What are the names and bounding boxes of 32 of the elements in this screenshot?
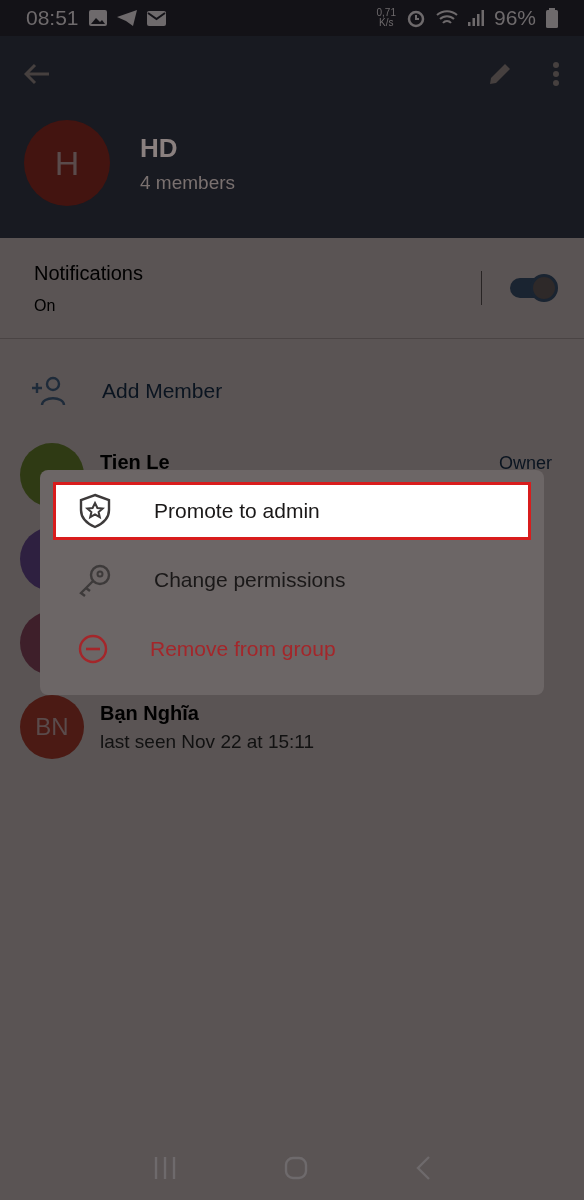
shield-star-icon [78,492,112,529]
notifications-label: Notifications [34,261,143,285]
battery-icon [546,8,558,28]
menu-item[interactable]: Change permissions [53,545,531,615]
paper-plane-icon [116,10,137,26]
menu-item[interactable]: Promote to admin [53,482,531,540]
signal-icon [467,10,484,26]
notifications-status: On [34,296,57,315]
minus-circle-icon [78,633,108,664]
recent-apps-icon[interactable] [154,1157,176,1179]
battery-level: 96% [493,6,536,30]
member-count: 4 members [140,171,236,194]
key-icon [78,562,112,597]
speed-value: 0,71 [376,8,396,18]
member-name: Bạn Nghĩa [100,701,200,725]
speed-unit: K/s [379,18,394,28]
back-arrow-icon[interactable] [24,63,50,85]
owner-label: Owner [499,453,553,474]
more-menu-icon[interactable] [552,62,560,86]
home-icon[interactable] [284,1156,308,1180]
clock-time: 08:51 [26,6,79,30]
member-name: Tien Le [100,451,170,474]
add-person-icon [32,376,68,406]
group-avatar: H [24,120,110,206]
add-member-button[interactable]: Add Member [102,379,223,403]
pencil-icon[interactable] [488,62,512,86]
group-name: HD [140,132,179,164]
alarm-icon [405,8,426,28]
mail-icon [146,10,166,26]
back-icon[interactable] [416,1156,430,1180]
member-last-seen: last seen Nov 22 at 15:11 [100,730,315,753]
image-icon [88,10,107,26]
